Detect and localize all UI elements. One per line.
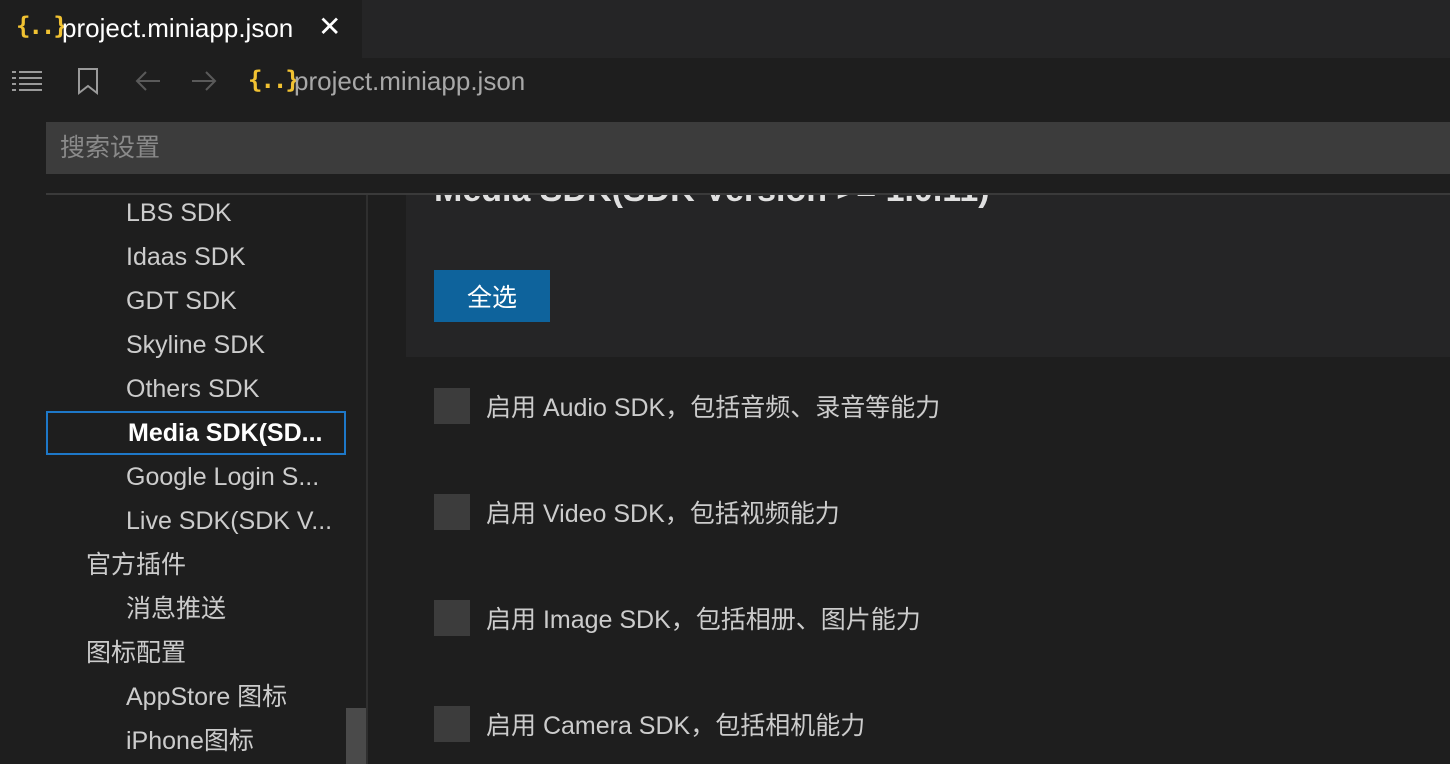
editor-tab[interactable]: {..} project.miniapp.json ✕ xyxy=(0,0,362,58)
sidebar-item-idaas-sdk[interactable]: Idaas SDK xyxy=(46,235,346,279)
close-icon[interactable]: ✕ xyxy=(318,12,341,42)
scrollbar[interactable] xyxy=(346,708,366,764)
tab-bar: {..} project.miniapp.json ✕ xyxy=(0,0,1450,58)
camera-sdk-checkbox[interactable] xyxy=(434,706,470,742)
sidebar-item-gdt-sdk[interactable]: GDT SDK xyxy=(46,279,346,323)
option-label: 启用 Image SDK，包括相册、图片能力 xyxy=(486,606,921,634)
settings-tree: LBS SDK Idaas SDK GDT SDK Skyline SDK Ot… xyxy=(46,195,368,764)
bookmark-icon[interactable] xyxy=(76,66,100,96)
list-icon[interactable] xyxy=(12,66,44,96)
section-header: Media SDK(SDK Version >= 1.0.11) 全选 xyxy=(406,195,1450,357)
sidebar-item-google-login[interactable]: Google Login S... xyxy=(46,455,346,499)
sidebar-item-others-sdk[interactable]: Others SDK xyxy=(46,367,346,411)
select-all-button[interactable]: 全选 xyxy=(434,270,550,322)
search-input[interactable] xyxy=(46,122,1450,174)
sidebar-item-push[interactable]: 消息推送 xyxy=(46,587,346,631)
forward-arrow-icon[interactable] xyxy=(190,66,218,96)
sidebar-item-iphone-icon[interactable]: iPhone图标 xyxy=(46,719,346,763)
json-file-icon: {..} xyxy=(248,66,300,94)
sidebar-item-media-sdk[interactable]: Media SDK(SD... xyxy=(46,411,346,455)
option-image-sdk: 启用 Image SDK，包括相册、图片能力 xyxy=(434,600,921,636)
breadcrumb-file[interactable]: project.miniapp.json xyxy=(294,66,525,97)
option-video-sdk: 启用 Video SDK，包括视频能力 xyxy=(434,494,840,530)
back-arrow-icon[interactable] xyxy=(134,66,162,96)
option-label: 启用 Camera SDK，包括相机能力 xyxy=(486,712,866,740)
video-sdk-checkbox[interactable] xyxy=(434,494,470,530)
sidebar-item-appstore-icon[interactable]: AppStore 图标 xyxy=(46,675,346,719)
breadcrumb: {..} project.miniapp.json xyxy=(0,58,1450,104)
sidebar-item-live-sdk[interactable]: Live SDK(SDK V... xyxy=(46,499,346,543)
option-label: 启用 Video SDK，包括视频能力 xyxy=(486,500,840,528)
sidebar-item-icon-config[interactable]: 图标配置 xyxy=(46,631,346,675)
option-camera-sdk: 启用 Camera SDK，包括相机能力 xyxy=(434,706,865,742)
json-file-icon: {..} xyxy=(16,12,68,40)
tab-title: project.miniapp.json xyxy=(62,13,294,43)
image-sdk-checkbox[interactable] xyxy=(434,600,470,636)
sidebar-item-official-plugins[interactable]: 官方插件 xyxy=(46,543,346,587)
section-title: Media SDK(SDK Version >= 1.0.11) xyxy=(434,195,990,210)
option-label: 启用 Audio SDK，包括音频、录音等能力 xyxy=(486,394,941,422)
audio-sdk-checkbox[interactable] xyxy=(434,388,470,424)
option-audio-sdk: 启用 Audio SDK，包括音频、录音等能力 xyxy=(434,388,940,424)
sidebar-divider xyxy=(366,195,368,764)
sidebar-item-skyline-sdk[interactable]: Skyline SDK xyxy=(46,323,346,367)
sidebar-item-lbs-sdk[interactable]: LBS SDK xyxy=(46,195,346,235)
